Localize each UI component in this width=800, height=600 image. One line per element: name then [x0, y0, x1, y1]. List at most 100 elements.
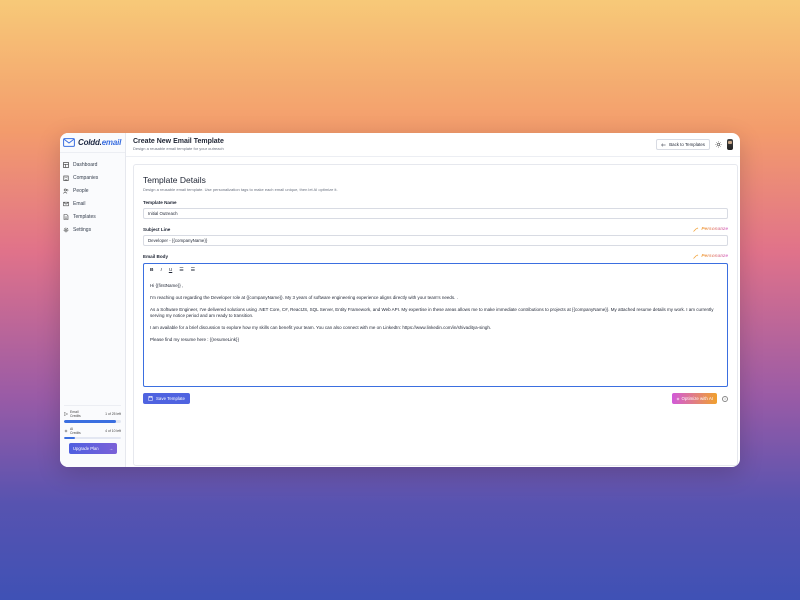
email-body-text[interactable]: Hi {{firstName}} , I'm reaching out rega…: [144, 277, 727, 343]
upgrade-plan-button[interactable]: Upgrade Plan →: [69, 443, 117, 454]
email-credits-label: Email Credits: [64, 410, 92, 418]
info-glyph: i: [724, 396, 726, 401]
ai-credits-label-line2: Credits: [70, 430, 81, 435]
subject-line-label: Subject Line: [143, 227, 171, 232]
save-template-button[interactable]: Save Template: [143, 393, 190, 404]
ai-credits-row: AI Credits 4 of 10 left: [64, 427, 121, 435]
email-credits-bar-fill: [64, 420, 117, 423]
send-icon: [64, 412, 68, 416]
logo-accent: email: [101, 138, 122, 147]
card-subtitle: Design a reusable email template. Use pe…: [143, 187, 338, 192]
template-details-card: Template Details Design a reusable email…: [133, 164, 738, 466]
main-content: Create New Email Template Design a reusa…: [126, 133, 740, 467]
theme-toggle-button[interactable]: [715, 141, 722, 148]
sidebar-item-label: Dashboard: [73, 161, 98, 168]
sidebar-item-templates[interactable]: Templates: [60, 210, 125, 223]
sidebar-item-dashboard[interactable]: Dashboard: [60, 158, 125, 171]
page-title: Create New Email Template: [133, 138, 224, 145]
sparkle-icon: [675, 396, 680, 401]
gear-icon: [63, 227, 69, 232]
email-credits-value: 1 of 25 left: [105, 412, 121, 416]
sidebar-item-label: Email: [73, 200, 86, 207]
card-actions: Save Template Optimize with AI i: [143, 393, 728, 404]
page-heading: Create New Email Template Design a reusa…: [133, 138, 224, 151]
optimize-with-ai-button[interactable]: Optimize with AI: [671, 393, 717, 404]
ai-credits-bar: [64, 436, 121, 439]
sidebar-item-people[interactable]: People: [60, 184, 125, 197]
sidebar: Coldd.email Dashboard Companies People E…: [60, 133, 126, 467]
sidebar-item-label: Settings: [73, 226, 92, 233]
app-window: Coldd.email Dashboard Companies People E…: [60, 133, 740, 467]
email-body-group: Email Body Personalize B I U ☰ ☰ Hi {{fi…: [143, 254, 728, 387]
users-icon: [63, 188, 69, 194]
sidebar-item-label: People: [73, 187, 89, 194]
sidebar-item-label: Companies: [73, 174, 99, 181]
italic-button[interactable]: I: [160, 268, 161, 273]
arrow-right-icon: →: [108, 446, 113, 451]
mail-icon: [63, 201, 69, 206]
sidebar-item-label: Templates: [73, 213, 96, 220]
body-paragraph: As a Software Engineer, I've delivered s…: [150, 307, 714, 318]
email-body-label-row: Email Body Personalize: [143, 254, 728, 259]
template-name-group: Template Name Initial Outreach: [143, 200, 728, 219]
info-icon[interactable]: i: [722, 395, 728, 402]
ai-credits-label: AI Credits: [64, 427, 92, 435]
sparkle-icon: [64, 428, 68, 433]
building-icon: [63, 175, 69, 181]
template-name-value: Initial Outreach: [148, 211, 178, 216]
logo-main: Coldd.: [78, 138, 102, 147]
arrow-left-icon: [661, 142, 666, 147]
underline-button[interactable]: U: [169, 268, 172, 273]
email-body-label: Email Body: [143, 254, 169, 259]
subject-label-row: Subject Line Personalize: [143, 227, 728, 232]
ai-credits-bar-fill: [64, 436, 76, 439]
sidebar-nav: Dashboard Companies People Email Templat…: [60, 153, 125, 236]
logo[interactable]: Coldd.email: [60, 133, 125, 153]
body-paragraph: Please find my resume here : {{resumeLin…: [150, 337, 240, 342]
sidebar-item-companies[interactable]: Companies: [60, 171, 125, 184]
dashboard-icon: [63, 161, 69, 168]
sun-icon: [715, 141, 722, 148]
mail-logo-icon: [63, 138, 75, 147]
subject-line-group: Subject Line Personalize Developer - {{c…: [143, 227, 728, 246]
logo-text: Coldd.email: [78, 138, 121, 147]
card-title: Template Details: [143, 175, 206, 185]
personalize-label: Personalize: [701, 254, 728, 259]
personalize-label: Personalize: [701, 227, 728, 232]
sidebar-item-email[interactable]: Email: [60, 197, 125, 210]
file-icon: [63, 213, 69, 220]
back-to-templates-label: Back to Templates: [669, 142, 705, 147]
body-paragraph: I am available for a brief discussion to…: [150, 325, 492, 330]
body-paragraph: I'm reaching out regarding the Developer…: [150, 295, 458, 300]
credits-panel: Email Credits 1 of 25 left AI Credits 4 of…: [64, 405, 121, 461]
save-template-label: Save Template: [156, 396, 185, 401]
ai-credits-value: 4 of 10 left: [105, 428, 121, 433]
back-to-templates-button[interactable]: Back to Templates: [656, 139, 710, 150]
page-subtitle: Design a reusable email template for you…: [133, 146, 224, 151]
sidebar-item-settings[interactable]: Settings: [60, 223, 125, 236]
page-header: Create New Email Template Design a reusa…: [126, 133, 740, 157]
body-paragraph: Hi {{firstName}} ,: [150, 283, 184, 288]
template-name-input[interactable]: Initial Outreach: [143, 208, 728, 219]
bullet-list-button[interactable]: ☰: [179, 268, 183, 273]
optimize-with-ai-label: Optimize with AI: [681, 396, 713, 401]
template-name-label: Template Name: [143, 200, 177, 205]
subject-line-input[interactable]: Developer - {{companyName}}: [143, 235, 728, 246]
email-credits-row: Email Credits 1 of 25 left: [64, 410, 121, 418]
numbered-list-button[interactable]: ☰: [191, 268, 195, 273]
personalize-body-button[interactable]: Personalize: [693, 254, 728, 259]
email-body-editor[interactable]: B I U ☰ ☰ Hi {{firstName}} , I'm reachin…: [143, 263, 728, 387]
header-actions: Back to Templates: [656, 139, 733, 150]
save-icon: [148, 396, 153, 401]
email-credits-label-line2: Credits: [70, 414, 81, 418]
avatar[interactable]: [727, 139, 733, 150]
personalize-subject-button[interactable]: Personalize: [693, 227, 728, 232]
editor-toolbar: B I U ☰ ☰: [144, 264, 727, 277]
optimize-group: Optimize with AI i: [671, 393, 728, 404]
magic-wand-icon: [693, 254, 699, 259]
email-credits-bar: [64, 420, 121, 423]
bold-button[interactable]: B: [150, 268, 153, 273]
subject-line-value: Developer - {{companyName}}: [148, 238, 208, 243]
upgrade-plan-label: Upgrade Plan: [73, 446, 99, 451]
magic-wand-icon: [693, 227, 699, 232]
